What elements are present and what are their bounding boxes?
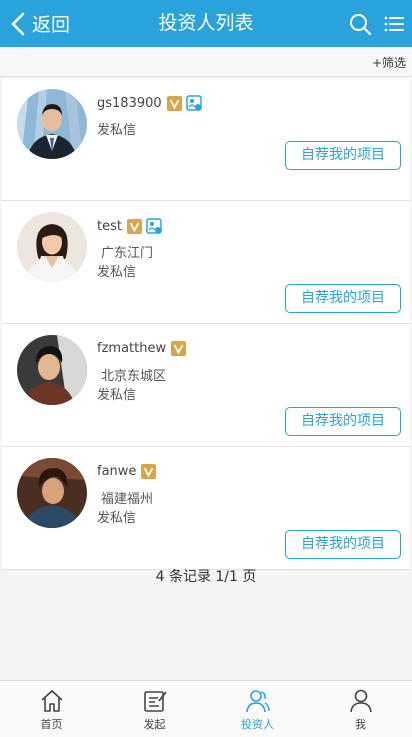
edit-icon <box>143 691 167 712</box>
vip-badge-icon <box>166 95 182 111</box>
investors-icon <box>245 690 270 713</box>
investor-list: gs183900 发私信 自荐我的项目 test 广东江门 发私信 自荐我的项目 <box>2 78 410 570</box>
tab-launch[interactable]: 发起 <box>103 681 206 737</box>
vip-badge-icon <box>126 218 142 234</box>
app-header: 返回 投资人列表 <box>0 0 412 47</box>
recommend-project-button[interactable]: 自荐我的项目 <box>285 284 401 313</box>
investor-name-row: test <box>97 218 162 234</box>
investor-name-row: gs183900 <box>97 95 202 111</box>
send-message-link[interactable]: 发私信 <box>97 261 136 280</box>
id-verified-icon <box>146 218 162 234</box>
home-icon <box>40 690 63 712</box>
recommend-project-button[interactable]: 自荐我的项目 <box>285 530 401 559</box>
avatar[interactable] <box>17 458 87 528</box>
user-icon <box>349 689 372 713</box>
investor-name: fanwe <box>97 464 137 479</box>
investor-item: fanwe 福建福州 发私信 自荐我的项目 <box>2 447 410 570</box>
investor-item: test 广东江门 发私信 自荐我的项目 <box>2 201 410 324</box>
chevron-left-icon <box>11 12 25 35</box>
investor-name: gs183900 <box>97 95 162 111</box>
filter-bar: +筛选 <box>0 47 412 77</box>
vip-badge-icon <box>171 341 187 356</box>
pagination-summary: 4 条记录 1/1 页 <box>155 569 257 585</box>
investor-location: 广东江门 <box>101 246 154 261</box>
avatar[interactable] <box>17 212 87 282</box>
tab-label: 发起 <box>143 718 166 731</box>
investor-item: fzmatthew 北京东城区 发私信 自荐我的项目 <box>2 324 410 447</box>
investor-name: test <box>97 218 122 234</box>
tab-investors[interactable]: 投资人 <box>206 681 309 737</box>
avatar[interactable] <box>17 335 87 405</box>
investor-location: 北京东城区 <box>101 369 167 384</box>
investor-name: fzmatthew <box>97 341 167 356</box>
tab-label: 我 <box>355 718 366 731</box>
tab-home[interactable]: 首页 <box>0 681 103 737</box>
list-menu-icon[interactable] <box>382 12 406 36</box>
bottom-tab-bar: 首页 发起 投资人 我 <box>0 680 412 737</box>
back-label: 返回 <box>32 14 71 36</box>
tab-me[interactable]: 我 <box>309 681 412 737</box>
investor-name-row: fzmatthew <box>97 341 187 356</box>
investor-item: gs183900 发私信 自荐我的项目 <box>2 78 410 201</box>
recommend-project-button[interactable]: 自荐我的项目 <box>285 407 401 436</box>
recommend-project-button[interactable]: 自荐我的项目 <box>285 141 401 170</box>
investor-name-row: fanwe <box>97 464 157 479</box>
tab-label: 首页 <box>40 718 63 731</box>
send-message-link[interactable]: 发私信 <box>97 384 136 403</box>
vip-badge-icon <box>141 464 157 479</box>
send-message-link[interactable]: 发私信 <box>97 119 136 138</box>
id-verified-icon <box>185 95 202 111</box>
send-message-link[interactable]: 发私信 <box>97 507 136 526</box>
investor-location: 福建福州 <box>101 492 154 507</box>
back-button[interactable]: 返回 <box>10 0 70 47</box>
filter-button[interactable]: +筛选 <box>372 54 406 71</box>
search-icon[interactable] <box>348 12 372 36</box>
avatar[interactable] <box>17 89 87 159</box>
tab-label: 投资人 <box>241 718 274 731</box>
